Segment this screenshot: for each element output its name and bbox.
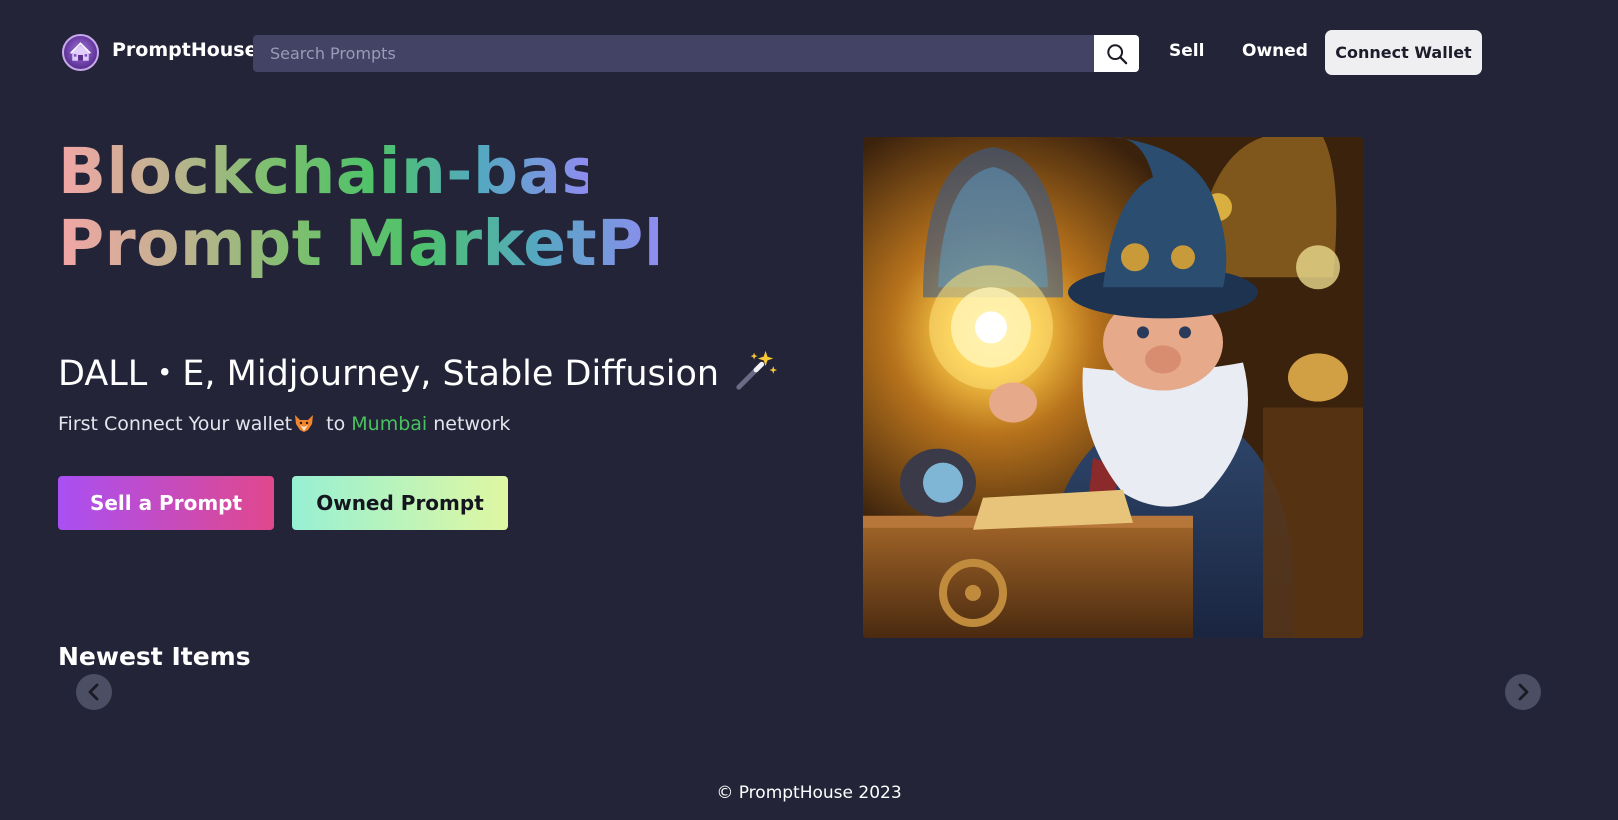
fox-icon <box>295 415 314 432</box>
top-nav: PromptHouse Sell Owned Connect Wallet <box>0 0 1618 104</box>
search-input[interactable] <box>253 35 1093 72</box>
search-bar <box>253 35 1139 72</box>
network-name: Mumbai <box>351 413 428 435</box>
hero-wizard-image <box>863 137 1363 638</box>
page: PromptHouse Sell Owned Connect Wallet Bl… <box>0 0 1618 820</box>
carousel-next-button[interactable] <box>1505 674 1541 710</box>
search-button[interactable] <box>1094 35 1139 72</box>
chevron-right-icon <box>1518 683 1529 701</box>
nav-link-sell[interactable]: Sell <box>1169 41 1204 61</box>
brand-name[interactable]: PromptHouse <box>112 39 258 61</box>
supported-models: DALL・E, Midjourney, Stable Diffusion <box>58 345 779 396</box>
connect-wallet-button[interactable]: Connect Wallet <box>1325 30 1482 75</box>
nav-link-owned[interactable]: Owned <box>1242 41 1308 61</box>
newest-items-heading: Newest Items <box>58 642 251 671</box>
connect-hint: First Connect Your wallet to Mumbai netw… <box>58 411 510 435</box>
hint-suffix: network <box>433 413 511 435</box>
house-logo-icon[interactable] <box>62 34 99 71</box>
chevron-left-icon <box>88 683 99 701</box>
hero-title-line2: Prompt MarketPlace <box>58 207 790 280</box>
magic-wand-icon <box>736 350 778 390</box>
sell-prompt-button[interactable]: Sell a Prompt <box>58 476 274 530</box>
hint-to: to <box>326 413 346 435</box>
models-text: DALL・E, Midjourney, Stable Diffusion <box>58 354 720 394</box>
footer-copyright: © PromptHouse 2023 <box>716 783 902 803</box>
hero-title-line1: Blockchain-based <box>58 135 689 208</box>
hint-prefix: First Connect Your wallet <box>58 413 293 435</box>
carousel-prev-button[interactable] <box>76 674 112 710</box>
hero-title: Blockchain-based Prompt MarketPlace <box>58 135 790 280</box>
search-icon <box>1106 43 1127 64</box>
owned-prompt-button[interactable]: Owned Prompt <box>292 476 508 530</box>
